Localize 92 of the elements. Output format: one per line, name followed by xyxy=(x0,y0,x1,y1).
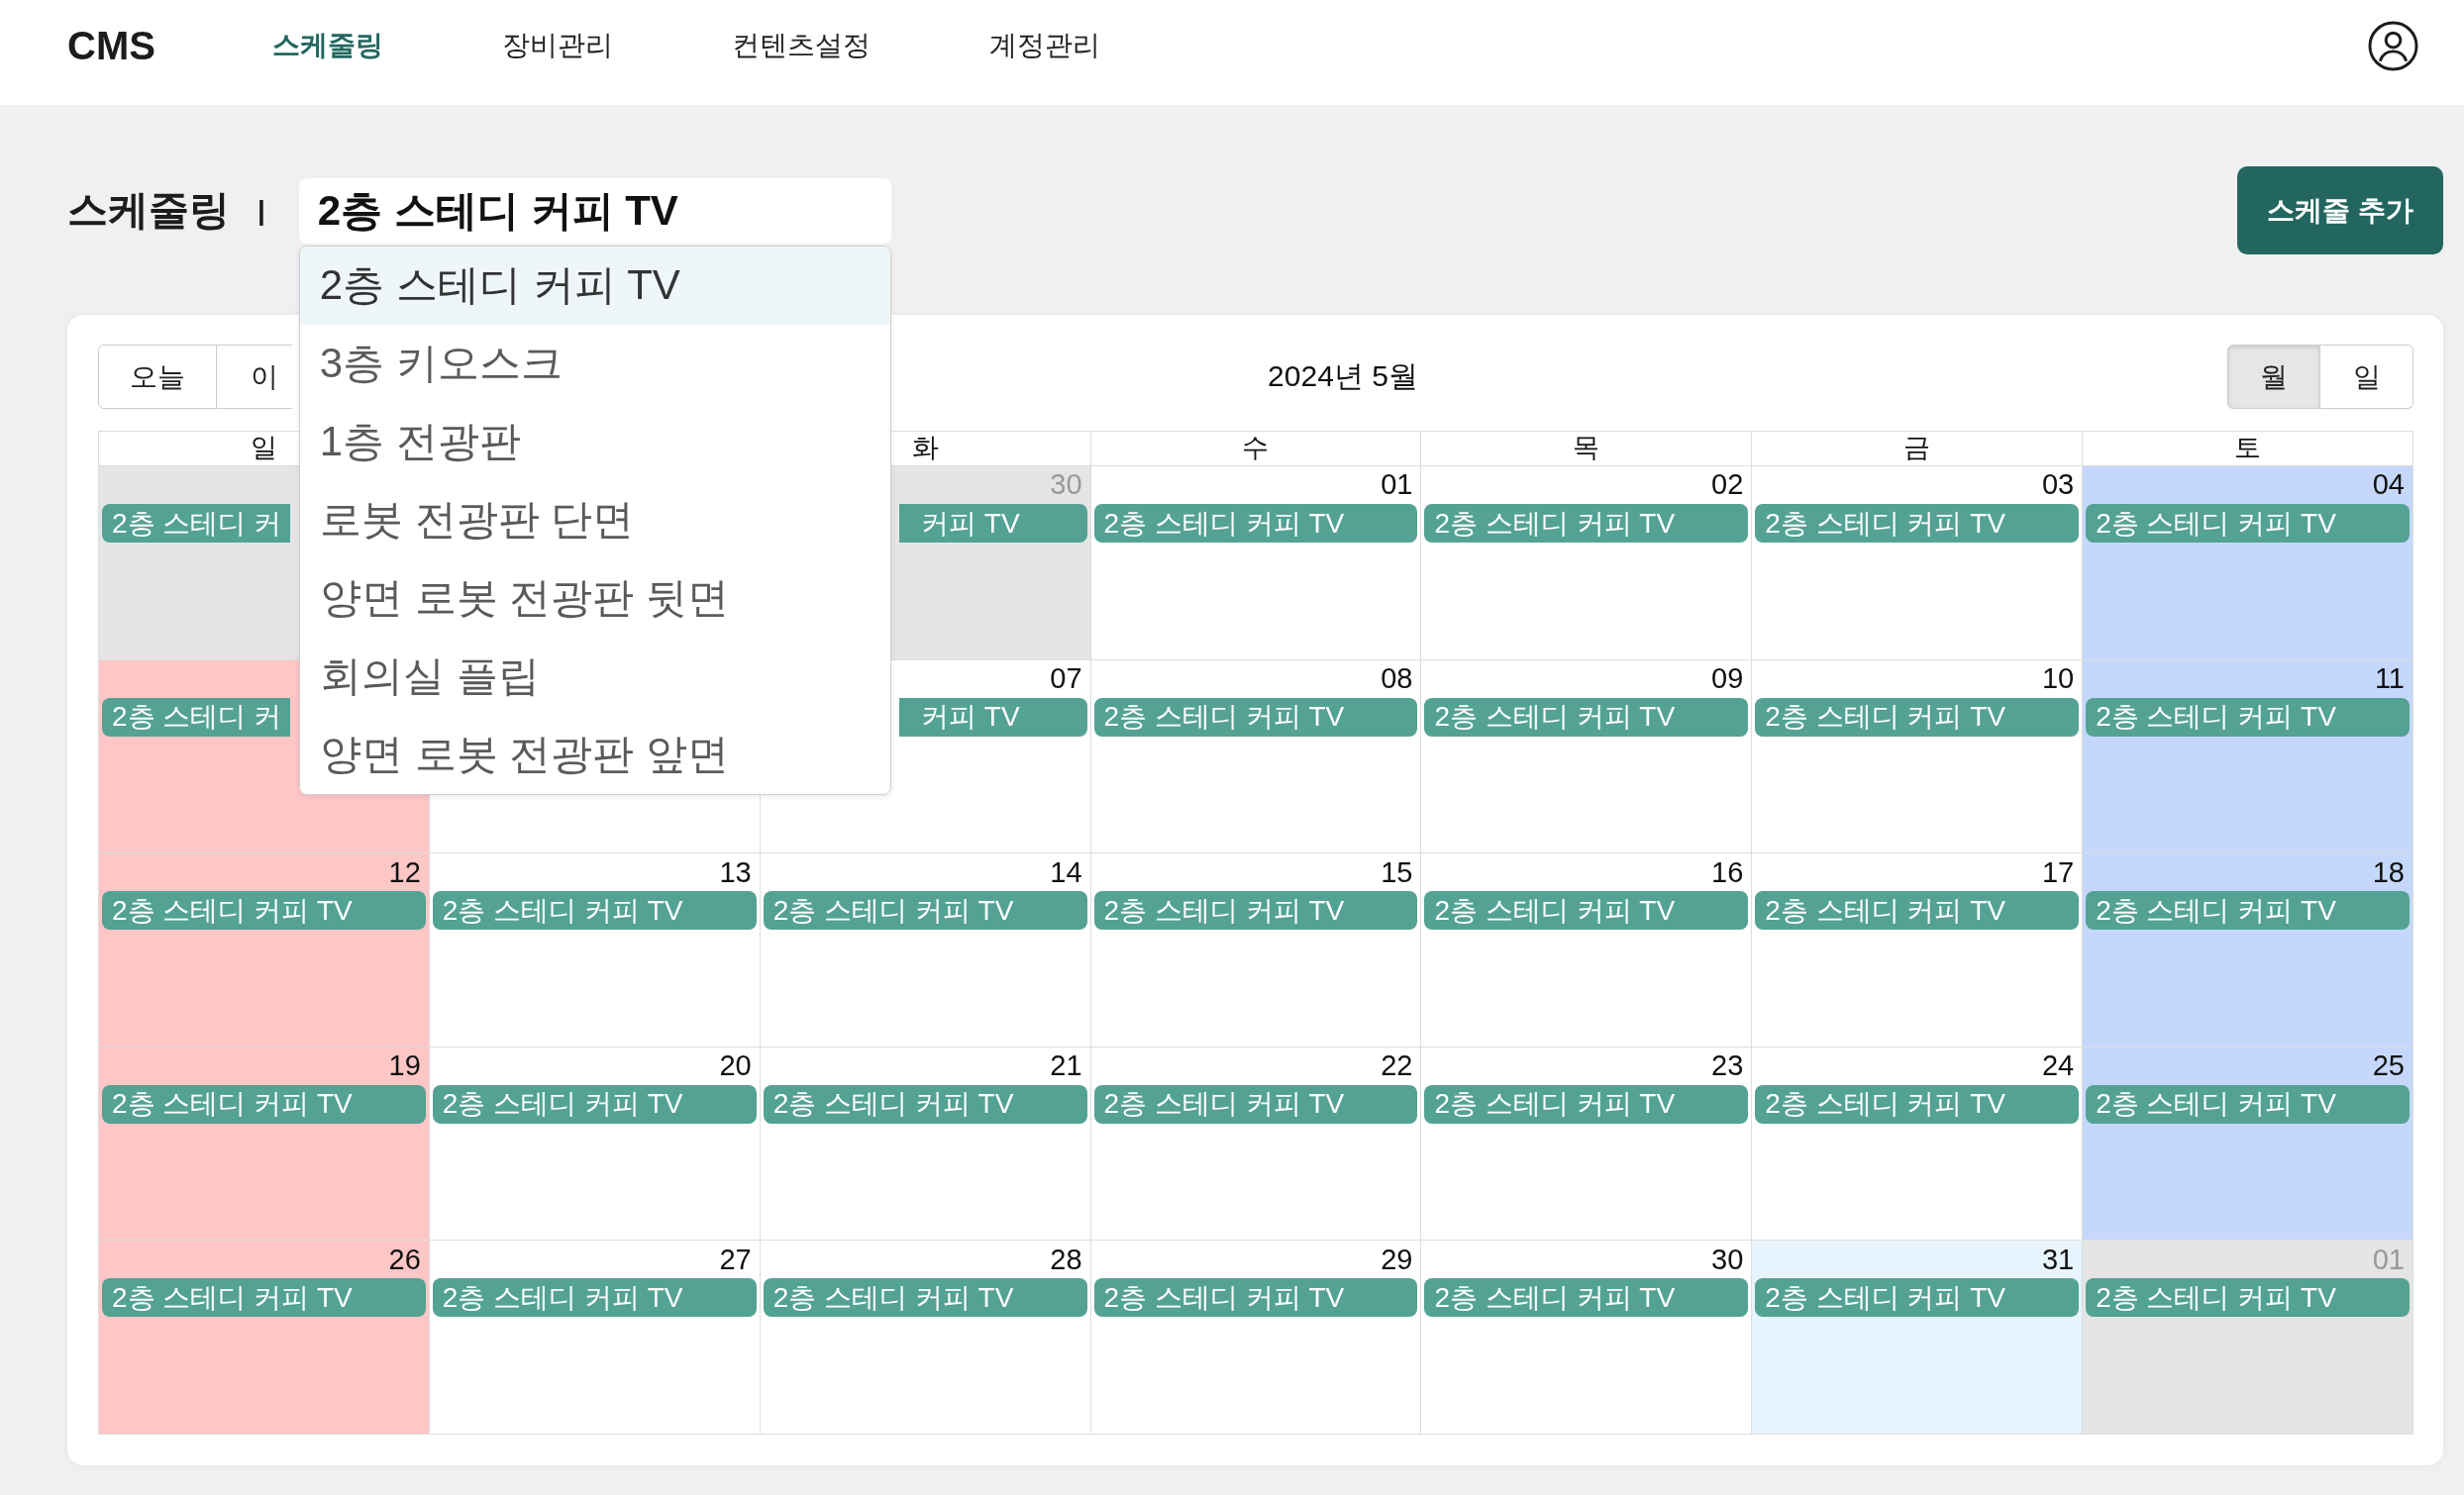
weekday-label: 목 xyxy=(1573,433,1600,464)
date-number: 01 xyxy=(1381,468,1414,502)
event-chip[interactable]: 2층 스테디 커피 TV xyxy=(1093,697,1418,737)
weekday-label: 토 xyxy=(2234,433,2262,464)
event-chip[interactable]: 2층 스테디 커 xyxy=(102,697,290,737)
toolbar-button[interactable]: 이 xyxy=(217,345,292,409)
date-number: 27 xyxy=(719,1243,753,1277)
event-chip[interactable]: 2층 스테디 커피 TV xyxy=(763,891,1087,931)
event-chip[interactable]: 2층 스테디 커피 TV xyxy=(1093,504,1418,543)
user-account-icon[interactable] xyxy=(2368,20,2418,71)
event-chip[interactable]: 2층 스테디 커피 TV xyxy=(2086,504,2410,543)
dropdown-option[interactable]: 회의실 플립 xyxy=(299,637,890,716)
event-chip[interactable]: 2층 스테디 커피 TV xyxy=(1755,697,2080,737)
dropdown-option[interactable]: 3층 키오스크 xyxy=(299,324,890,403)
event-chip[interactable]: 2층 스테디 커피 TV xyxy=(1755,504,2080,543)
event-chip[interactable]: 2층 스테디 커피 TV xyxy=(432,891,757,931)
dropdown-option[interactable]: 양면 로봇 전광판 뒷면 xyxy=(299,558,890,638)
date-number: 12 xyxy=(388,855,422,889)
event-chip[interactable]: 2층 스테디 커피 TV xyxy=(102,1278,426,1318)
event-chip[interactable]: 2층 스테디 커피 TV xyxy=(1424,1278,1749,1318)
date-number: 04 xyxy=(2372,468,2406,502)
date-number: 26 xyxy=(388,1243,422,1277)
title-separator: | xyxy=(257,194,265,227)
event-chip[interactable]: 커피 TV xyxy=(899,697,1087,737)
event-chip[interactable]: 2층 스테디 커피 TV xyxy=(102,891,426,931)
nav-tab[interactable]: 계정관리 xyxy=(988,29,1100,62)
event-chip[interactable]: 2층 스테디 커피 TV xyxy=(102,1084,426,1124)
date-number: 16 xyxy=(1711,855,1745,889)
event-chip[interactable]: 2층 스테디 커피 TV xyxy=(2086,1278,2410,1318)
date-number: 19 xyxy=(388,1049,422,1083)
date-number: 28 xyxy=(1050,1243,1083,1277)
date-number: 20 xyxy=(719,1049,753,1083)
view-toggle[interactable]: 월 xyxy=(2227,345,2320,409)
date-number: 25 xyxy=(2372,1049,2406,1083)
event-chip[interactable]: 2층 스테디 커피 TV xyxy=(1424,891,1749,931)
nav-tab[interactable]: 컨텐츠설정 xyxy=(731,29,871,62)
dropdown-option[interactable]: 2층 스테디 커피 TV xyxy=(299,246,890,325)
event-chip[interactable]: 2층 스테디 커피 TV xyxy=(1755,1278,2080,1318)
event-chip[interactable]: 2층 스테디 커피 TV xyxy=(2086,891,2410,931)
event-chip[interactable]: 커피 TV xyxy=(899,504,1087,543)
date-number: 10 xyxy=(2041,661,2076,696)
event-chip[interactable]: 2층 스테디 커피 TV xyxy=(1093,1084,1418,1124)
event-chip[interactable]: 2층 스테디 커피 TV xyxy=(2086,697,2410,737)
event-chip[interactable]: 2층 스테디 커피 TV xyxy=(1093,891,1418,931)
date-number: 30 xyxy=(1711,1243,1745,1277)
date-number: 02 xyxy=(1711,468,1745,502)
date-number: 29 xyxy=(1381,1243,1414,1277)
view-toggle[interactable]: 일 xyxy=(2320,345,2413,409)
date-number: 17 xyxy=(2041,855,2076,889)
event-chip[interactable]: 2층 스테디 커피 TV xyxy=(2086,1084,2410,1124)
date-number: 30 xyxy=(1050,468,1083,502)
event-chip[interactable]: 2층 스테디 커피 TV xyxy=(1424,504,1749,543)
date-number: 31 xyxy=(2041,1243,2076,1277)
weekday-label: 화 xyxy=(911,433,939,464)
date-number: 14 xyxy=(1050,855,1083,889)
page-title: 스케줄링 xyxy=(67,186,230,235)
event-chip[interactable]: 2층 스테디 커피 TV xyxy=(763,1278,1087,1318)
nav-tab[interactable]: 스케줄링 xyxy=(271,29,383,62)
date-number: 13 xyxy=(719,855,753,889)
event-chip[interactable]: 2층 스테디 커피 TV xyxy=(432,1084,757,1124)
date-number: 18 xyxy=(2372,855,2406,889)
date-number: 21 xyxy=(1050,1049,1083,1083)
event-chip[interactable]: 2층 스테디 커피 TV xyxy=(1755,1084,2080,1124)
date-number: 23 xyxy=(1711,1049,1745,1083)
dropdown-option[interactable]: 1층 전광판 xyxy=(299,402,890,481)
date-number: 11 xyxy=(2374,661,2406,696)
weekday-label: 금 xyxy=(1903,433,1931,464)
weekday-label: 일 xyxy=(250,433,277,464)
event-chip[interactable]: 2층 스테디 커피 TV xyxy=(432,1278,757,1318)
date-number: 15 xyxy=(1381,855,1414,889)
date-number: 24 xyxy=(2041,1049,2076,1083)
device-select[interactable]: 2층 스테디 커피 TV xyxy=(298,177,891,244)
date-number: 08 xyxy=(1381,661,1414,696)
date-number: 01 xyxy=(2372,1243,2406,1277)
date-number: 07 xyxy=(1050,661,1083,696)
event-chip[interactable]: 2층 스테디 커피 TV xyxy=(1424,1084,1749,1124)
date-number: 09 xyxy=(1711,661,1745,696)
event-chip[interactable]: 2층 스테디 커피 TV xyxy=(1093,1278,1418,1318)
dropdown-option[interactable]: 양면 로봇 전광판 앞면 xyxy=(299,715,890,794)
weekday-label: 수 xyxy=(1242,433,1270,464)
add-schedule-button[interactable]: 스케줄 추가 xyxy=(2237,166,2443,254)
nav-tab[interactable]: 장비관리 xyxy=(501,29,613,62)
event-chip[interactable]: 2층 스테디 커피 TV xyxy=(1424,697,1749,737)
calendar-title: 2024년 5월 xyxy=(1268,358,1418,394)
toolbar-button[interactable]: 오늘 xyxy=(98,345,217,409)
dropdown-option[interactable]: 로봇 전광판 단면 xyxy=(299,480,890,559)
event-chip[interactable]: 2층 스테디 커피 TV xyxy=(763,1084,1087,1124)
event-chip[interactable]: 2층 스테디 커피 TV xyxy=(1755,891,2080,931)
date-number: 22 xyxy=(1381,1049,1414,1083)
event-chip[interactable]: 2층 스테디 커 xyxy=(102,504,290,543)
brand-name: CMS xyxy=(67,23,155,68)
date-number: 03 xyxy=(2041,468,2076,502)
